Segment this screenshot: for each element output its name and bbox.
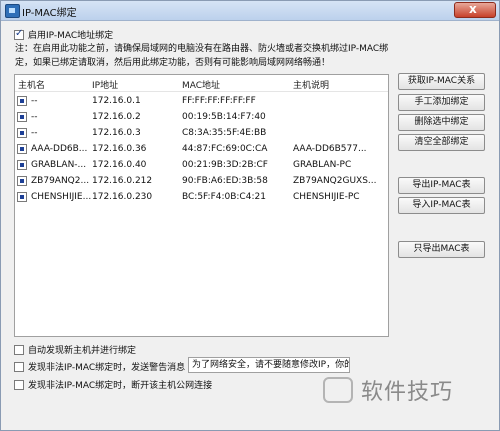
cell-host: -- xyxy=(31,128,38,138)
send-warning-label: 发现非法IP-MAC绑定时，发送警告消息 xyxy=(28,363,186,373)
delete-selected-button[interactable]: 删除选中绑定 xyxy=(398,114,485,131)
cell-mac: 00:21:9B:3D:2B:CF xyxy=(182,160,268,170)
header-mac[interactable]: MAC地址 xyxy=(182,78,294,91)
enable-binding-label: 启用IP-MAC地址绑定 xyxy=(28,31,114,41)
binding-table[interactable]: 主机名 IP地址 MAC地址 主机说明 -- 172.16.0.1 FF:FF:… xyxy=(14,74,389,337)
cell-host: -- xyxy=(31,112,38,122)
cell-ip: 172.16.0.3 xyxy=(92,128,141,138)
disconnect-option[interactable]: 发现非法IP-MAC绑定时，断开该主机公网连接 xyxy=(14,378,212,391)
auto-bind-checkbox[interactable] xyxy=(14,344,24,355)
notice-line-1: 注：在启用此功能之前，请确保局域网的电脑没有在路由器、防火墙或者交换机绑过IP-… xyxy=(15,44,389,54)
cell-ip: 172.16.0.230 xyxy=(92,192,153,202)
cell-host: ZB79ANQ2... xyxy=(31,176,90,186)
cell-mac: BC:5F:F4:0B:C4:21 xyxy=(182,192,266,202)
auto-bind-label: 自动发现新主机并进行绑定 xyxy=(28,346,137,356)
table-header: 主机名 IP地址 MAC地址 主机说明 xyxy=(15,75,388,92)
cell-host: GRABLAN-... xyxy=(31,160,87,170)
cell-ip: 172.16.0.40 xyxy=(92,160,147,170)
row-checkbox[interactable] xyxy=(17,144,27,154)
ip-mac-binding-dialog: IP-MAC绑定 x 启用IP-MAC地址绑定 注：在启用此功能之前，请确保局域… xyxy=(0,0,500,431)
notice-text: 注：在启用此功能之前，请确保局域网的电脑没有在路由器、防火墙或者交换机绑过IP-… xyxy=(15,42,395,70)
watermark-logo-icon xyxy=(323,377,353,403)
enable-binding-checkbox[interactable] xyxy=(14,28,24,40)
cell-host: -- xyxy=(31,96,38,106)
row-checkbox[interactable] xyxy=(17,176,27,186)
table-row[interactable]: -- 172.16.0.1 FF:FF:FF:FF:FF:FF xyxy=(15,93,388,109)
clear-all-button[interactable]: 清空全部绑定 xyxy=(398,134,485,151)
window-title: IP-MAC绑定 xyxy=(22,8,77,19)
app-icon xyxy=(5,4,20,18)
cell-mac: 00:19:5B:14:F7:40 xyxy=(182,112,266,122)
header-desc[interactable]: 主机说明 xyxy=(293,78,388,91)
export-ipmac-button[interactable]: 导出IP-MAC表 xyxy=(398,177,485,194)
cell-mac: C8:3A:35:5F:4E:BB xyxy=(182,128,267,138)
row-checkbox[interactable] xyxy=(17,192,27,202)
header-ip[interactable]: IP地址 xyxy=(92,78,168,91)
table-row[interactable]: AAA-DD6B... 172.16.0.36 44:87:FC:69:0C:C… xyxy=(15,141,388,157)
cell-mac: 44:87:FC:69:0C:CA xyxy=(182,144,268,154)
export-mac-only-button[interactable]: 只导出MAC表 xyxy=(398,241,485,258)
cell-ip: 172.16.0.2 xyxy=(92,112,141,122)
cell-host: CHENSHIJIE... xyxy=(31,192,92,202)
table-row[interactable]: -- 172.16.0.2 00:19:5B:14:F7:40 xyxy=(15,109,388,125)
cell-desc: AAA-DD6B577... xyxy=(293,144,367,154)
cell-ip: 172.16.0.1 xyxy=(92,96,141,106)
enable-binding-option[interactable]: 启用IP-MAC地址绑定 xyxy=(14,28,113,41)
cell-desc: CHENSHIJIE-PC xyxy=(293,192,360,202)
watermark-text: 软件技巧 xyxy=(361,380,454,405)
row-checkbox[interactable] xyxy=(17,112,27,122)
cell-ip: 172.16.0.212 xyxy=(92,176,153,186)
cell-desc: ZB79ANQ2GUXS... xyxy=(293,176,377,186)
row-checkbox[interactable] xyxy=(17,96,27,106)
title-bar: IP-MAC绑定 x xyxy=(1,1,499,21)
cell-ip: 172.16.0.36 xyxy=(92,144,147,154)
table-row[interactable]: -- 172.16.0.3 C8:3A:35:5F:4E:BB xyxy=(15,125,388,141)
cell-mac: 90:FB:A6:ED:3B:58 xyxy=(182,176,268,186)
get-ipmac-button[interactable]: 获取IP-MAC关系 xyxy=(398,73,485,90)
close-icon: x xyxy=(469,2,477,16)
row-checkbox[interactable] xyxy=(17,128,27,138)
disconnect-label: 发现非法IP-MAC绑定时，断开该主机公网连接 xyxy=(28,381,213,391)
notice-line-2: 定，如果已绑定请取消，然后用此绑定功能，否则有可能影响局域网网络畅通！ xyxy=(15,58,331,68)
header-host[interactable]: 主机名 xyxy=(18,78,80,91)
cell-desc: GRABLAN-PC xyxy=(293,160,352,170)
warning-message-input[interactable]: 为了网络安全，请不要随意修改IP，你的 xyxy=(188,357,350,373)
close-button[interactable]: x xyxy=(454,2,496,18)
manual-add-button[interactable]: 手工添加绑定 xyxy=(398,94,485,111)
table-row[interactable]: CHENSHIJIE... 172.16.0.230 BC:5F:F4:0B:C… xyxy=(15,189,388,205)
disconnect-checkbox[interactable] xyxy=(14,379,24,390)
cell-host: AAA-DD6B... xyxy=(31,144,88,154)
auto-bind-option[interactable]: 自动发现新主机并进行绑定 xyxy=(14,343,136,356)
table-row[interactable]: ZB79ANQ2... 172.16.0.212 90:FB:A6:ED:3B:… xyxy=(15,173,388,189)
row-checkbox[interactable] xyxy=(17,160,27,170)
import-ipmac-button[interactable]: 导入IP-MAC表 xyxy=(398,197,485,214)
table-row[interactable]: GRABLAN-... 172.16.0.40 00:21:9B:3D:2B:C… xyxy=(15,157,388,173)
send-warning-option[interactable]: 发现非法IP-MAC绑定时，发送警告消息 xyxy=(14,360,185,373)
send-warning-checkbox[interactable] xyxy=(14,361,24,372)
cell-mac: FF:FF:FF:FF:FF:FF xyxy=(182,96,256,106)
